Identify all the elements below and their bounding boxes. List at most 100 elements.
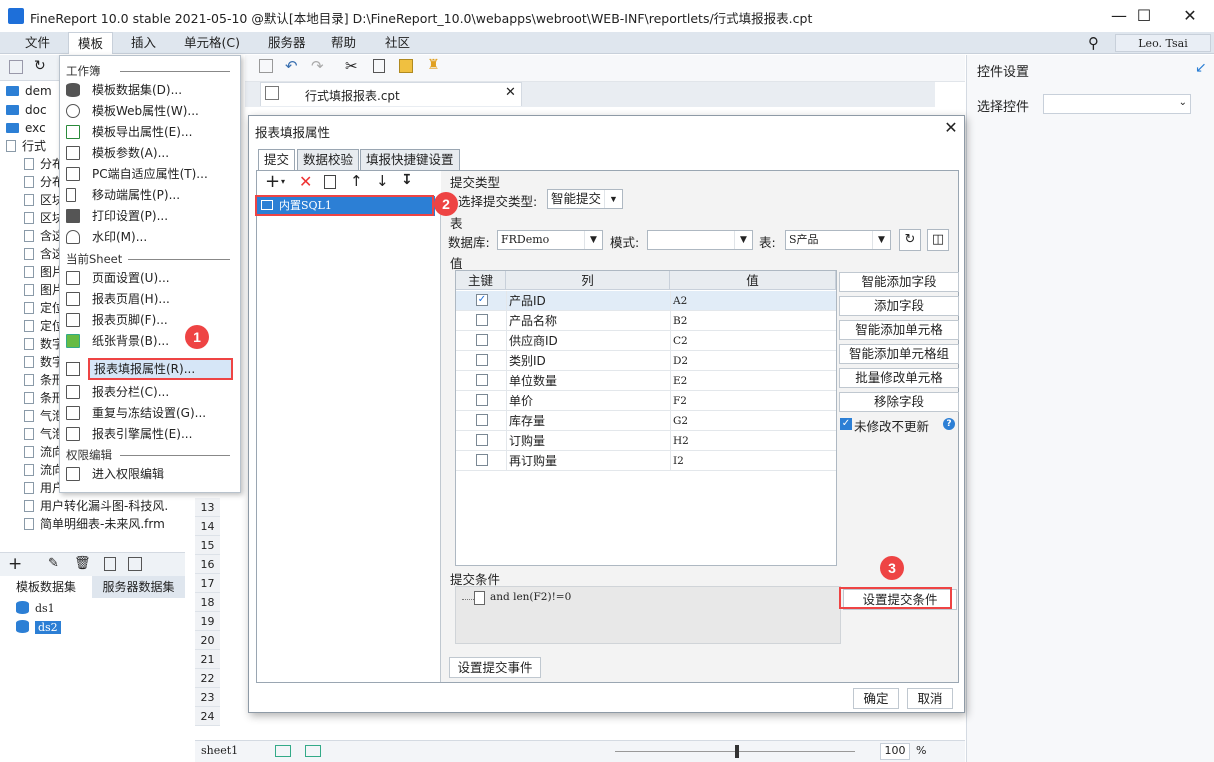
preview-icon[interactable] bbox=[104, 557, 116, 571]
table-row[interactable]: ✓ 产品ID A2 bbox=[456, 291, 836, 311]
copy-icon[interactable] bbox=[373, 59, 385, 73]
smart-add-field-button[interactable]: 智能添加字段 bbox=[839, 272, 959, 292]
new-folder-icon[interactable] bbox=[9, 60, 23, 74]
column-cell[interactable]: 产品名称 bbox=[506, 311, 670, 331]
value-cell[interactable]: E2 bbox=[670, 371, 836, 391]
table-row[interactable]: 库存量 G2 bbox=[456, 411, 836, 431]
redo-icon[interactable]: ↷ bbox=[311, 57, 324, 75]
search-icon[interactable]: ⚲ bbox=[1088, 34, 1099, 52]
add-field-button[interactable]: 添加字段 bbox=[839, 296, 959, 316]
add-dropdown-icon[interactable]: ▾ bbox=[281, 177, 285, 186]
column-cell[interactable]: 单价 bbox=[506, 391, 670, 411]
undo-icon[interactable]: ↶ bbox=[285, 57, 298, 75]
column-cell[interactable]: 订购量 bbox=[506, 431, 670, 451]
menu-item-enter-permission-edit[interactable]: 进入权限编辑 bbox=[66, 464, 164, 484]
delete-submit-icon[interactable]: ✕ bbox=[299, 172, 312, 191]
col-header-key[interactable]: 主键 bbox=[456, 271, 506, 290]
move-up-icon[interactable]: ↑ bbox=[350, 172, 363, 190]
col-header-column[interactable]: 列 bbox=[506, 271, 670, 290]
column-cell[interactable]: 再订购量 bbox=[506, 451, 670, 471]
table-row[interactable]: 单位数量 E2 bbox=[456, 371, 836, 391]
menu-item-paper-background[interactable]: 纸张背景(B)... bbox=[66, 331, 169, 351]
edit-icon[interactable]: ✎ bbox=[48, 556, 59, 571]
add-sheet-icon[interactable] bbox=[275, 745, 291, 757]
tab-submit[interactable]: 提交 bbox=[258, 149, 296, 171]
menu-item-print-settings[interactable]: 打印设置(P)... bbox=[66, 206, 168, 226]
menu-community[interactable]: 社区 bbox=[376, 32, 419, 54]
primary-key-checkbox[interactable] bbox=[476, 334, 488, 346]
tree-item[interactable]: 图片 bbox=[24, 263, 64, 281]
menu-item-export-attributes[interactable]: 模板导出属性(E)... bbox=[66, 122, 192, 142]
column-cell[interactable]: 产品ID bbox=[506, 291, 670, 311]
value-cell[interactable]: C2 bbox=[670, 331, 836, 351]
dataset-item[interactable]: ds2 bbox=[6, 619, 61, 637]
value-cell[interactable]: I2 bbox=[670, 451, 836, 471]
column-cell[interactable]: 供应商ID bbox=[506, 331, 670, 351]
row-number[interactable]: 24 bbox=[195, 707, 220, 726]
column-cell[interactable]: 单位数量 bbox=[506, 371, 670, 391]
tree-item[interactable]: doc bbox=[6, 101, 47, 119]
cut-icon[interactable]: ✂ bbox=[345, 57, 358, 75]
ok-button[interactable]: 确定 bbox=[853, 688, 899, 709]
tree-item[interactable]: 分布 bbox=[24, 173, 64, 191]
user-badge[interactable]: Leo. Tsai bbox=[1115, 34, 1211, 52]
primary-key-checkbox[interactable] bbox=[476, 414, 488, 426]
value-cell[interactable]: G2 bbox=[670, 411, 836, 431]
value-cell[interactable]: D2 bbox=[670, 351, 836, 371]
row-number[interactable]: 20 bbox=[195, 631, 220, 650]
dataset-params-icon[interactable] bbox=[128, 557, 142, 571]
refresh-table-icon[interactable]: ↻ bbox=[899, 229, 921, 251]
primary-key-checkbox[interactable] bbox=[476, 394, 488, 406]
tree-item[interactable]: 定位 bbox=[24, 317, 64, 335]
row-number[interactable]: 18 bbox=[195, 593, 220, 612]
row-number[interactable]: 21 bbox=[195, 650, 220, 669]
table-row[interactable]: 供应商ID C2 bbox=[456, 331, 836, 351]
value-cell[interactable]: F2 bbox=[670, 391, 836, 411]
tree-item[interactable]: 分布 bbox=[24, 155, 64, 173]
move-down-icon[interactable]: ↓ bbox=[376, 172, 389, 190]
sheet-tab[interactable]: sheet1 bbox=[201, 744, 238, 757]
menu-server[interactable]: 服务器 bbox=[259, 32, 315, 54]
condition-text[interactable]: and len(F2)!=0 bbox=[490, 591, 571, 603]
database-select[interactable]: FRDemo ▼ bbox=[497, 230, 603, 250]
tab-data-validation[interactable]: 数据校验 bbox=[297, 149, 360, 170]
row-number[interactable]: 23 bbox=[195, 688, 220, 707]
table-row[interactable]: 产品名称 B2 bbox=[456, 311, 836, 331]
maximize-icon[interactable]: ☐ bbox=[1124, 4, 1164, 28]
tab-server-datasets[interactable]: 服务器数据集 bbox=[92, 576, 185, 598]
add-icon[interactable]: + bbox=[8, 554, 22, 574]
tree-item[interactable]: 行式 bbox=[6, 137, 46, 155]
paste-icon[interactable] bbox=[399, 59, 413, 73]
tree-item[interactable]: 气泡 bbox=[24, 425, 64, 443]
tree-item[interactable]: exc bbox=[6, 119, 46, 137]
tree-item[interactable]: 图片 bbox=[24, 281, 64, 299]
menu-item-report-footer[interactable]: 报表页脚(F)... bbox=[66, 310, 168, 330]
help-icon[interactable]: ? bbox=[943, 418, 955, 430]
menu-item-pc-adaptive[interactable]: PC端自适应属性(T)... bbox=[66, 164, 208, 184]
row-number[interactable]: 14 bbox=[195, 517, 220, 536]
remove-field-button[interactable]: 移除字段 bbox=[839, 392, 959, 412]
row-number[interactable]: 16 bbox=[195, 555, 220, 574]
primary-key-checkbox[interactable] bbox=[476, 314, 488, 326]
value-cell[interactable]: B2 bbox=[670, 311, 836, 331]
menu-item-template-dataset[interactable]: 模板数据集(D)... bbox=[66, 80, 182, 100]
row-number[interactable]: 13 bbox=[195, 498, 220, 517]
menu-item-mobile-attributes[interactable]: 移动端属性(P)... bbox=[66, 185, 180, 205]
column-cell[interactable]: 类别ID bbox=[506, 351, 670, 371]
tree-item[interactable]: 数字 bbox=[24, 335, 64, 353]
dialog-close-icon[interactable]: ✕ bbox=[941, 118, 961, 137]
row-number[interactable]: 17 bbox=[195, 574, 220, 593]
primary-key-checkbox[interactable] bbox=[476, 434, 488, 446]
menu-item-report-header[interactable]: 报表页眉(H)... bbox=[66, 289, 170, 309]
tree-item[interactable]: 用户 bbox=[24, 479, 64, 497]
menu-item-watermark[interactable]: 水印(M)... bbox=[66, 227, 147, 247]
tree-item[interactable]: 区块 bbox=[24, 191, 64, 209]
menu-item-web-attributes[interactable]: 模板Web属性(W)... bbox=[66, 101, 199, 121]
add-poly-sheet-icon[interactable] bbox=[305, 745, 321, 757]
tree-item[interactable]: 流向 bbox=[24, 461, 64, 479]
expand-icon[interactable]: ↙ bbox=[1195, 60, 1207, 76]
menu-help[interactable]: 帮助 bbox=[322, 32, 365, 54]
submit-type-select[interactable]: 智能提交 ▼ bbox=[547, 189, 623, 209]
value-cell[interactable]: A2 bbox=[670, 291, 836, 311]
format-brush-icon[interactable]: ♜ bbox=[427, 57, 440, 73]
